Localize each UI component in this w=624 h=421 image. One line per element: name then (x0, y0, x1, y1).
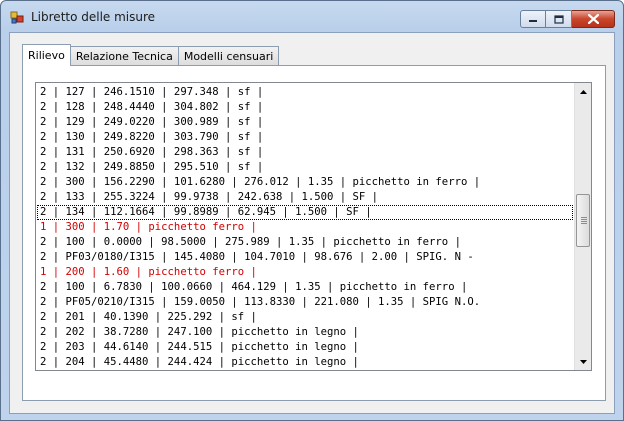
list-item[interactable]: 2 | 130 | 249.8220 | 303.790 | sf | (37, 130, 573, 145)
maximize-button[interactable] (546, 10, 572, 28)
caption-buttons (520, 10, 615, 28)
tab-rilievo[interactable]: Rilievo (22, 44, 71, 66)
tab-modelli-censuari[interactable]: Modelli censuari (177, 46, 280, 66)
list-item[interactable]: 2 | PF03/0180/I315 | 145.4080 | 104.7010… (37, 250, 573, 265)
list-item[interactable]: 2 | 201 | 40.1390 | 225.292 | sf | (37, 310, 573, 325)
vertical-scrollbar[interactable] (574, 83, 591, 370)
minimize-icon (529, 20, 537, 22)
list-item[interactable]: 2 | 132 | 249.8850 | 295.510 | sf | (37, 160, 573, 175)
tab-strip: Rilievo Relazione Tecnica Modelli censua… (22, 44, 280, 66)
main-window: Libretto delle misure Rilievo Relazione … (0, 0, 624, 421)
list-item[interactable]: 2 | 203 | 44.6140 | 244.515 | picchetto … (37, 340, 573, 355)
list-item[interactable]: 1 | 300 | 1.70 | picchetto ferro | (37, 220, 573, 235)
list-item[interactable]: 2 | 131 | 250.6920 | 298.363 | sf | (37, 145, 573, 160)
scroll-down-arrow-icon (579, 359, 587, 364)
scroll-up-arrow-icon (579, 89, 587, 94)
list-item[interactable]: 2 | 129 | 249.0220 | 300.989 | sf | (37, 115, 573, 130)
list-item-selected[interactable]: 2 | 134 | 112.1664 | 99.8989 | 62.945 | … (37, 205, 573, 220)
maximize-icon (553, 14, 564, 24)
list-item[interactable]: 2 | 100 | 0.0000 | 98.5000 | 275.989 | 1… (37, 235, 573, 250)
list-item[interactable]: 2 | 128 | 248.4440 | 304.802 | sf | (37, 100, 573, 115)
scroll-down-button[interactable] (575, 353, 591, 370)
list-item[interactable]: 2 | 100 | 6.7830 | 100.0660 | 464.129 | … (37, 280, 573, 295)
tab-panel-rilievo: 2 | 127 | 246.1510 | 297.348 | sf | 2 | 1… (22, 65, 606, 401)
list-item[interactable]: 2 | 300 | 156.2290 | 101.6280 | 276.012 … (37, 175, 573, 190)
list-item[interactable]: 2 | 127 | 246.1510 | 297.348 | sf | (37, 85, 573, 100)
close-icon (587, 14, 599, 24)
scroll-up-button[interactable] (575, 83, 591, 100)
list-item[interactable]: 2 | 204 | 45.4480 | 244.424 | picchetto … (37, 355, 573, 370)
title-bar[interactable]: Libretto delle misure (1, 1, 623, 33)
close-button[interactable] (572, 10, 615, 28)
list-item[interactable]: 2 | 202 | 38.7280 | 247.100 | picchetto … (37, 325, 573, 340)
scroll-thumb[interactable] (576, 194, 590, 247)
scroll-thumb-grip (581, 217, 587, 225)
measurements-listbox[interactable]: 2 | 127 | 246.1510 | 297.348 | sf | 2 | 1… (35, 82, 592, 371)
list-item[interactable]: 2 | PF05/0210/I315 | 159.0050 | 113.8330… (37, 295, 573, 310)
app-icon (10, 11, 24, 24)
tab-relazione-tecnica[interactable]: Relazione Tecnica (69, 46, 179, 66)
list-item[interactable]: 1 | 200 | 1.60 | picchetto ferro | (37, 265, 573, 280)
client-area: Rilievo Relazione Tecnica Modelli censua… (9, 32, 615, 414)
window-title: Libretto delle misure (31, 10, 156, 24)
list-item[interactable]: 2 | 133 | 255.3224 | 99.9738 | 242.638 |… (37, 190, 573, 205)
minimize-button[interactable] (520, 10, 546, 28)
listbox-lines: 2 | 127 | 246.1510 | 297.348 | sf | 2 | 1… (37, 83, 573, 370)
